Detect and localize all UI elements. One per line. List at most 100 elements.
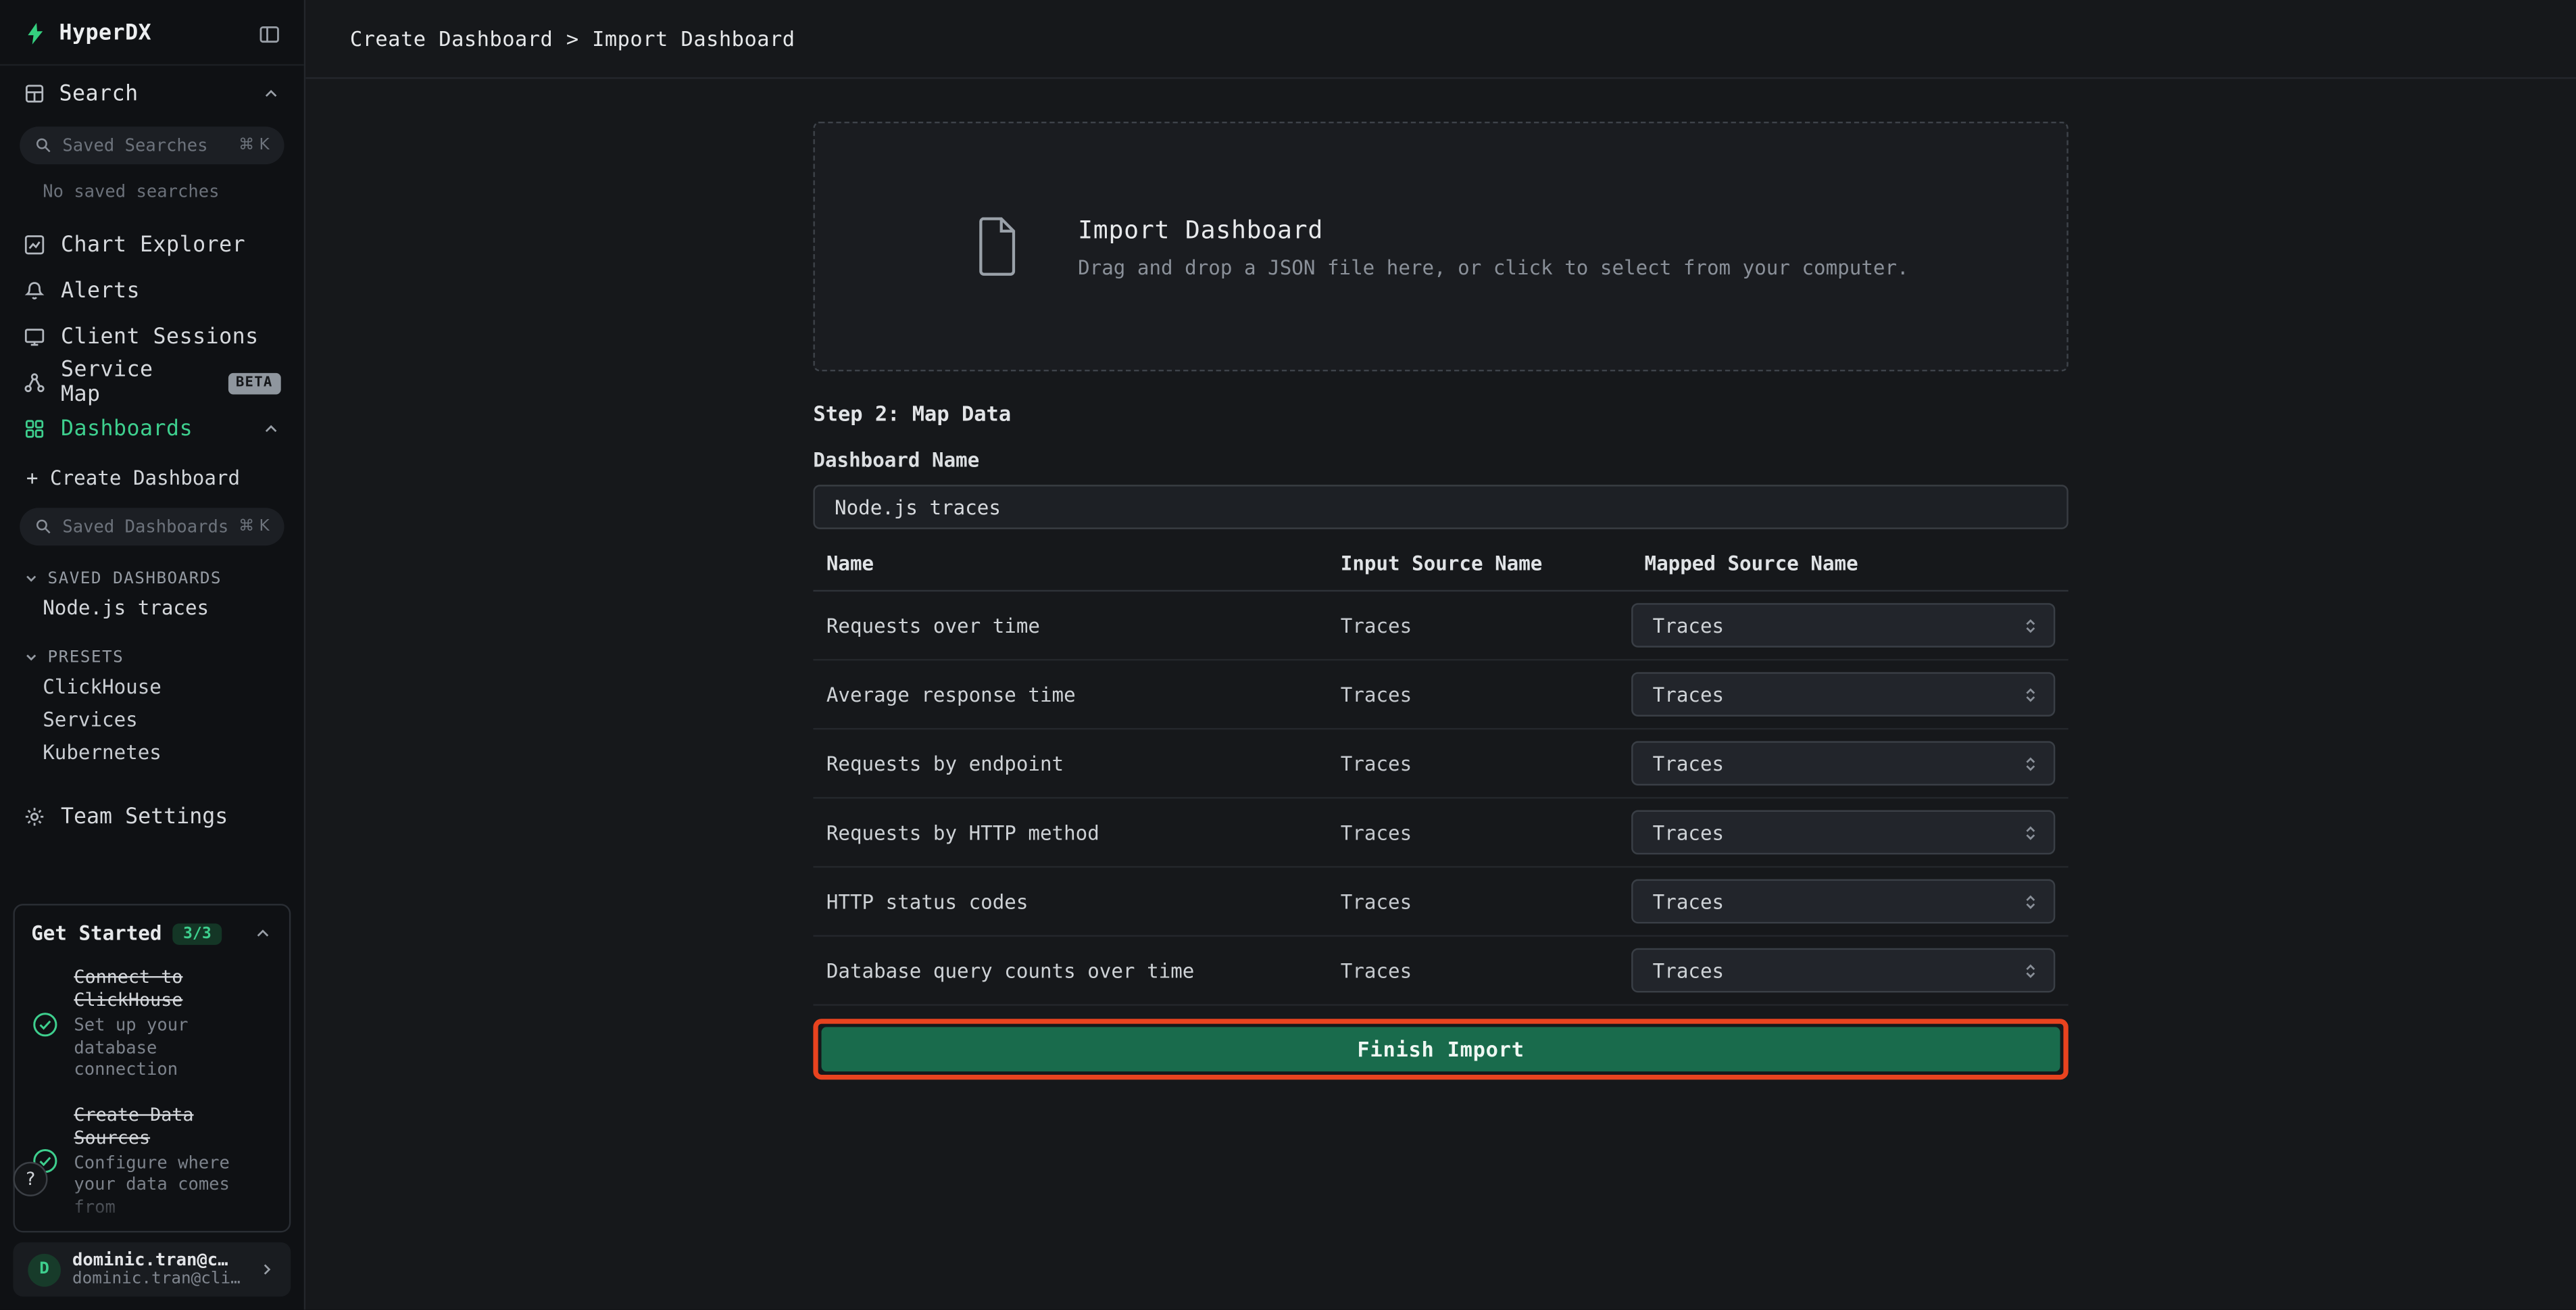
divider [0,64,304,66]
mapped-source-select[interactable]: Traces [1631,672,2055,717]
select-value: Traces [1653,821,1724,844]
annotation-highlight-box: Finish Import [813,1019,2068,1079]
avatar: D [28,1253,61,1286]
column-header-input-source: Input Source Name [1327,552,1631,575]
input-source-cell: Traces [1327,959,1631,982]
select-value: Traces [1653,614,1724,637]
user-text: dominic.tran@c… dominic.tran@cli… [72,1250,241,1289]
saved-dashboard-item[interactable]: Node.js traces [0,591,304,625]
dashboard-name-input[interactable] [813,485,2068,529]
nav-label: Dashboards [61,416,193,441]
nav-label: Service Map [61,358,199,408]
table-row: HTTP status codes Traces Traces [813,868,2068,937]
breadcrumb-create-dashboard[interactable]: Create Dashboard [350,26,553,51]
sidebar-item-service-map[interactable]: Service Map BETA [0,360,304,406]
table-row: Requests over time Traces Traces [813,591,2068,660]
circle-check-icon [31,1011,59,1038]
sidebar-item-chart-explorer[interactable]: Chart Explorer [0,222,304,268]
sidebar-nav: Chart Explorer Alerts Client Sessions Se… [0,222,304,452]
sidebar-item-dashboards[interactable]: Dashboards [0,406,304,452]
nav-label: Chart Explorer [61,233,245,257]
dashboards-grid-icon [23,417,46,440]
preset-item-clickhouse[interactable]: ClickHouse [0,671,304,704]
input-source-cell: Traces [1327,614,1631,637]
chevron-up-icon [262,419,281,439]
shortcut-hint: ⌘ K [239,518,270,536]
select-chevrons-icon [2021,754,2040,773]
import-dropzone[interactable]: Import Dashboard Drag and drop a JSON fi… [813,122,2068,372]
mapped-source-select[interactable]: Traces [1631,948,2055,993]
nav-label: Alerts [61,278,140,303]
no-saved-searches-text: No saved searches [43,183,304,202]
search-icon [34,518,53,536]
breadcrumb-separator: > [566,26,579,51]
mapping-table: Name Input Source Name Mapped Source Nam… [813,552,2068,1006]
get-started-item-desc: Configure where your data comes from [74,1153,231,1219]
progress-badge: 3/3 [173,923,221,944]
chevron-right-icon [258,1261,276,1279]
select-chevrons-icon [2021,823,2040,842]
chevron-up-icon [253,923,272,943]
sidebar-item-team-settings[interactable]: Team Settings [0,794,304,840]
chevron-up-icon [262,84,281,103]
sidebar-item-alerts[interactable]: Alerts [0,268,304,314]
breadcrumb-import-dashboard[interactable]: Import Dashboard [592,26,795,51]
select-value: Traces [1653,959,1724,982]
chart-name-cell: Requests over time [813,614,1327,637]
input-source-cell: Traces [1327,821,1631,844]
top-bar: Create Dashboard > Import Dashboard [305,0,2576,79]
sidebar-item-client-sessions[interactable]: Client Sessions [0,314,304,360]
sidebar-collapse-icon[interactable] [258,22,281,45]
saved-searches-search[interactable]: ⌘ K [20,126,284,164]
user-menu[interactable]: D dominic.tran@c… dominic.tran@cli… [13,1242,291,1296]
app-title: HyperDX [59,22,152,46]
preset-item-services[interactable]: Services [0,704,304,737]
mapped-source-select[interactable]: Traces [1631,810,2055,855]
sidebar-header: HyperDX [0,0,304,64]
select-value: Traces [1653,890,1724,913]
mapped-source-select[interactable]: Traces [1631,879,2055,924]
chart-name-cell: Database query counts over time [813,959,1327,982]
get-started-item-desc: Set up your database connection [74,1015,231,1082]
select-chevrons-icon [2021,615,2040,635]
beta-badge: BETA [228,372,281,394]
select-value: Traces [1653,683,1724,706]
dropzone-text: Import Dashboard Drag and drop a JSON fi… [1078,214,1908,278]
saved-dashboards-search[interactable]: ⌘ K [20,508,284,545]
table-row: Requests by HTTP method Traces Traces [813,799,2068,868]
get-started-card: Get Started 3/3 Connect to ClickHouse Se… [13,904,291,1232]
chart-explorer-icon [23,233,46,256]
column-header-mapped-source: Mapped Source Name [1631,552,2069,575]
chevron-down-icon [23,571,39,587]
monitor-icon [23,325,46,348]
mapped-source-select[interactable]: Traces [1631,741,2055,785]
table-header-row: Name Input Source Name Mapped Source Nam… [813,552,2068,591]
chart-name-cell: Average response time [813,683,1327,706]
get-started-header[interactable]: Get Started 3/3 [31,922,272,945]
presets-header[interactable]: PRESETS [0,644,304,671]
get-started-item-text: Create Data Sources Configure where your… [74,1103,254,1219]
input-source-cell: Traces [1327,683,1631,706]
saved-dashboards-header[interactable]: SAVED DASHBOARDS [0,565,304,591]
app-window: HyperDX Search ⌘ K No saved searches [0,0,2576,1310]
dropzone-subtitle: Drag and drop a JSON file here, or click… [1078,256,1908,278]
import-dashboard-content: Import Dashboard Drag and drop a JSON fi… [813,122,2068,1079]
help-button[interactable]: ? [13,1162,47,1196]
dropzone-title: Import Dashboard [1078,214,1908,244]
presets-header-label: PRESETS [48,648,124,666]
mapped-source-select[interactable]: Traces [1631,603,2055,648]
create-dashboard-button[interactable]: + Create Dashboard [0,457,304,500]
bell-icon [23,279,46,302]
get-started-title: Get Started [31,922,162,945]
saved-dashboards-header-label: SAVED DASHBOARDS [48,569,222,587]
gear-icon [23,805,46,828]
preset-item-kubernetes[interactable]: Kubernetes [0,736,304,769]
finish-import-button[interactable]: Finish Import [822,1027,2060,1071]
saved-dashboards-input[interactable] [62,517,228,537]
sidebar-section-search[interactable]: Search [0,69,304,118]
sidebar-bottom: Get Started 3/3 Connect to ClickHouse Se… [0,904,304,1309]
main-panel: Create Dashboard > Import Dashboard Impo… [305,0,2576,1310]
saved-searches-input[interactable] [62,136,228,155]
breadcrumb: Create Dashboard > Import Dashboard [350,26,795,51]
user-name: dominic.tran@c… [72,1250,241,1269]
